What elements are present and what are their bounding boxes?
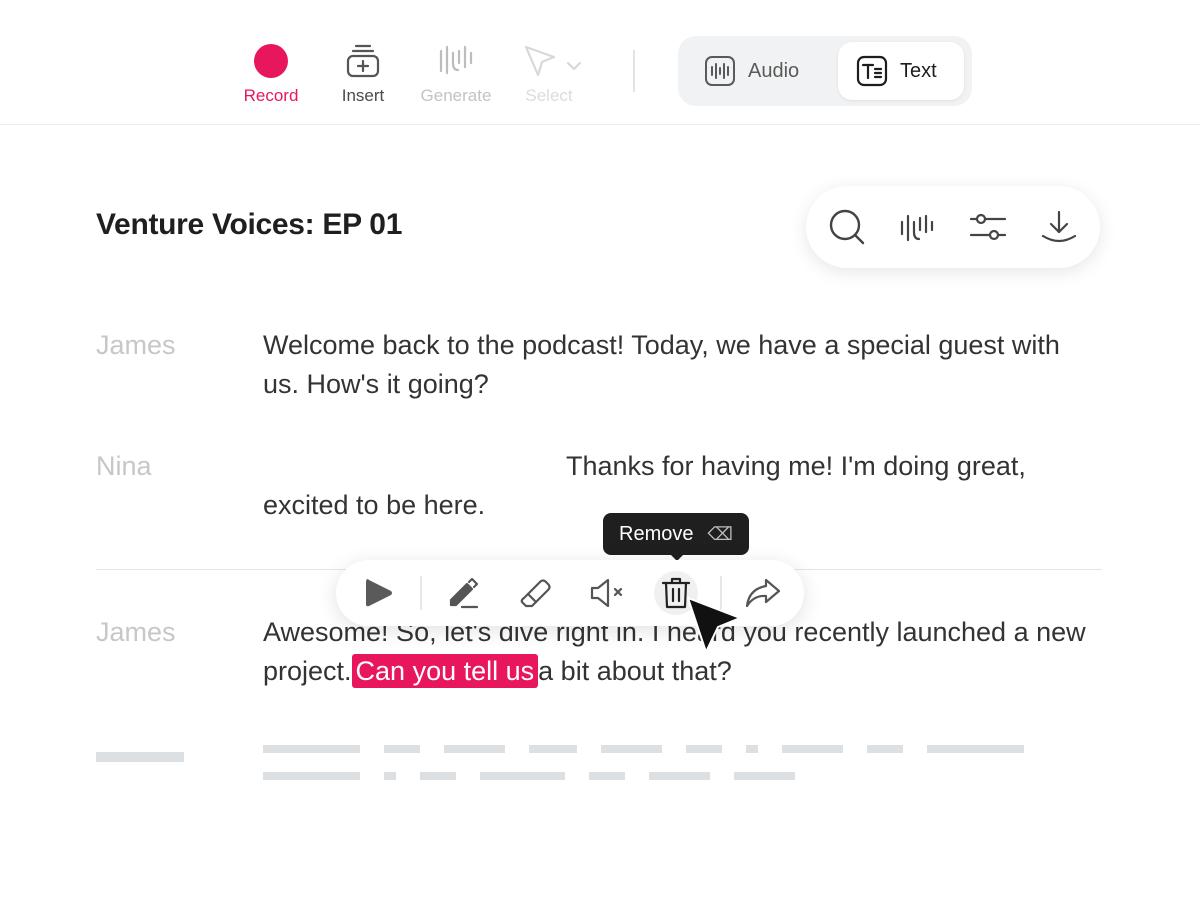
insert-label: Insert (341, 86, 385, 105)
remove-tooltip: Remove ⌫ (603, 513, 749, 555)
waveform-icon (705, 56, 735, 86)
download-icon (1041, 210, 1077, 243)
text-before-selection[interactable]: project. (263, 656, 352, 686)
insert-icon (346, 44, 380, 78)
generate-label: Generate (420, 86, 492, 105)
record-button[interactable]: Record (225, 38, 317, 106)
skeleton-bar (601, 745, 662, 753)
generate-button[interactable]: Generate (410, 38, 502, 106)
skeleton-bar (686, 745, 722, 753)
share-icon (745, 578, 781, 608)
transcript-line[interactable]: Welcome back to the podcast! Today, we h… (263, 330, 1060, 361)
skeleton-bar (480, 772, 565, 780)
skeleton-bar (529, 745, 577, 753)
play-icon (366, 579, 392, 607)
transcript-line[interactable]: us. How's it going? (263, 369, 489, 400)
edit-text-button[interactable] (441, 571, 485, 615)
generate-icon (439, 45, 473, 75)
mode-text-tab[interactable]: Text (838, 42, 964, 100)
erase-button[interactable] (513, 571, 557, 615)
transcript-line[interactable]: project. Can you tell us a bit about that? (263, 654, 732, 688)
skeleton-bar (782, 745, 843, 753)
waveform-view-button[interactable] (895, 205, 939, 249)
eraser-icon (520, 579, 551, 608)
skeleton-bar (420, 772, 456, 780)
skeleton-bar (263, 745, 360, 753)
speaker-name: James (96, 617, 176, 647)
mute-button[interactable] (585, 571, 629, 615)
mode-toggle: Audio Text (678, 36, 972, 106)
skeleton-bar (867, 745, 903, 753)
document-title: Venture Voices: EP 01 (96, 208, 403, 241)
speaker-name: James (96, 330, 176, 360)
waveform-icon (900, 214, 934, 242)
transcript-line[interactable]: Thanks for having me! I'm doing great, (566, 451, 1026, 482)
mute-icon (590, 578, 623, 608)
play-button[interactable] (356, 571, 400, 615)
edit-bar-separator (420, 576, 422, 610)
record-icon (254, 44, 288, 78)
pencil-icon (449, 577, 479, 609)
skeleton-bar (384, 745, 420, 753)
search-icon (829, 209, 865, 245)
selected-text-highlight[interactable]: Can you tell us (351, 654, 539, 688)
skeleton-bar (96, 752, 184, 762)
mode-audio-label: Audio (748, 59, 800, 82)
sliders-icon (969, 213, 1007, 241)
select-cursor-icon (524, 45, 582, 77)
transcript-line[interactable]: excited to be here. (263, 490, 485, 521)
settings-button[interactable] (966, 205, 1010, 249)
skeleton-bar (734, 772, 795, 780)
document-actions (806, 186, 1100, 268)
mode-text-label: Text (900, 59, 937, 82)
skeleton-bar (589, 772, 625, 780)
search-button[interactable] (825, 205, 869, 249)
insert-button[interactable]: Insert (317, 38, 409, 106)
skeleton-bar (444, 745, 505, 753)
text-after-selection[interactable]: a bit about that? (538, 656, 732, 686)
skeleton-bar (746, 745, 758, 753)
select-label: Select (525, 86, 573, 105)
skeleton-bar (384, 772, 396, 780)
toolbar-divider (633, 50, 635, 92)
text-icon (856, 55, 888, 87)
skeleton-bar (649, 772, 710, 780)
skeleton-bar (263, 772, 360, 780)
top-toolbar: Record Insert Generate Select Audio Text (0, 0, 1200, 125)
mouse-pointer-icon (687, 597, 741, 653)
download-button[interactable] (1037, 205, 1081, 249)
tooltip-label: Remove (619, 522, 694, 545)
share-button[interactable] (741, 571, 785, 615)
skeleton-bar (927, 745, 1024, 753)
backspace-shortcut-icon: ⌫ (707, 523, 733, 545)
speaker-name: Nina (96, 451, 152, 481)
record-label: Record (243, 86, 299, 105)
mode-audio-tab[interactable]: Audio (686, 42, 836, 100)
select-button[interactable]: Select (503, 38, 595, 106)
